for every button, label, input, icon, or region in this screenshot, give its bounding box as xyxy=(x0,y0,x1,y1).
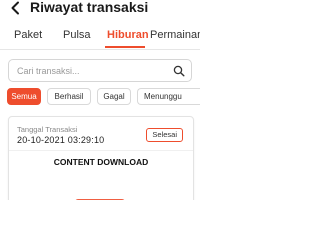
app-root: Riwayat transaksi Paket Pulsa Hiburan Pe… xyxy=(0,0,200,200)
filter-berhasil[interactable]: Berhasil xyxy=(47,88,91,105)
active-tab-indicator xyxy=(105,46,145,48)
search-box xyxy=(8,59,192,82)
search-input[interactable] xyxy=(17,63,167,79)
tab-pulsa[interactable]: Pulsa xyxy=(63,29,91,41)
back-button[interactable] xyxy=(9,1,23,15)
product-image xyxy=(75,199,125,200)
top-bar: Riwayat transaksi xyxy=(0,0,200,22)
product-name: CONTENT DOWNLOAD xyxy=(53,157,149,167)
tab-permainan[interactable]: Permainan xyxy=(150,29,200,41)
arrow-left-icon xyxy=(11,1,19,15)
filter-gagal[interactable]: Gagal xyxy=(97,88,131,105)
category-tabs: Paket Pulsa Hiburan Permainan xyxy=(0,22,200,50)
filter-menunggu[interactable]: Menunggu xyxy=(137,88,200,105)
tab-hiburan[interactable]: Hiburan xyxy=(107,29,149,41)
tab-paket[interactable]: Paket xyxy=(14,29,42,41)
transaction-card[interactable]: Tanggal Transaksi 20-10-2021 03:29:10 Se… xyxy=(8,116,194,200)
transaction-date: 20-10-2021 03:29:10 xyxy=(17,135,105,145)
filter-semua[interactable]: Semua xyxy=(7,88,41,105)
card-divider xyxy=(9,150,193,151)
status-badge: Selesai xyxy=(146,128,183,142)
page-title: Riwayat transaksi xyxy=(30,0,149,15)
search-icon[interactable] xyxy=(173,65,185,77)
transaction-date-label: Tanggal Transaksi xyxy=(17,125,78,134)
status-filters: Semua Berhasil Gagal Menunggu xyxy=(0,88,200,106)
